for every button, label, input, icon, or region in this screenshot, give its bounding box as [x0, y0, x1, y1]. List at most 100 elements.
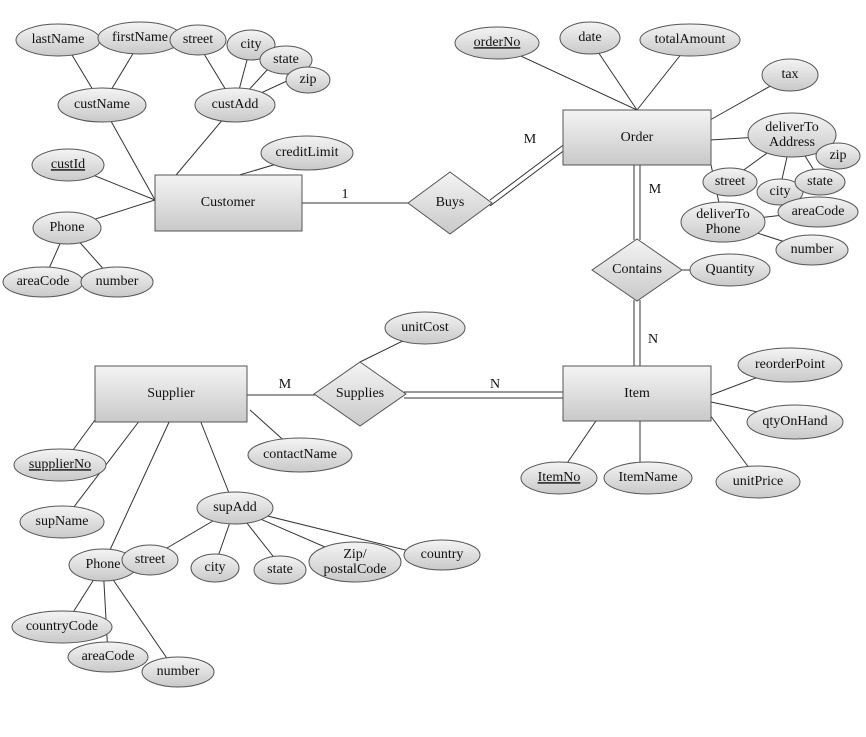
- relationship-supplies-label: Supplies: [336, 386, 384, 401]
- relationship-contains-label: Contains: [612, 262, 662, 277]
- svg-text:city: city: [205, 560, 226, 575]
- attr-deliverToPhone: deliverToPhone: [681, 202, 765, 242]
- attr-street-cust: street: [170, 25, 226, 55]
- entity-supplier: Supplier: [95, 366, 247, 422]
- card-contains-order: M: [649, 182, 662, 197]
- svg-text:custId: custId: [51, 157, 85, 172]
- attr-custName: custName: [58, 88, 146, 122]
- svg-text:date: date: [578, 30, 601, 45]
- svg-text:postalCode: postalCode: [324, 562, 387, 577]
- svg-text:Phone: Phone: [86, 557, 121, 572]
- attr-state-order: state: [795, 169, 845, 195]
- attr-zipPostal: Zip/postalCode: [309, 542, 401, 582]
- svg-text:areaCode: areaCode: [792, 204, 845, 219]
- svg-text:unitPrice: unitPrice: [733, 474, 784, 489]
- svg-text:supAdd: supAdd: [213, 500, 257, 515]
- svg-text:deliverTo: deliverTo: [696, 207, 749, 222]
- relationship-supplies: Supplies: [314, 362, 406, 426]
- attr-countryCode: countryCode: [12, 611, 112, 643]
- entity-item: Item: [563, 366, 711, 421]
- attr-supName: supName: [20, 506, 104, 538]
- entity-customer: Customer: [155, 175, 302, 231]
- svg-text:unitCost: unitCost: [401, 320, 449, 335]
- svg-text:state: state: [267, 562, 293, 577]
- svg-text:state: state: [273, 52, 299, 67]
- attr-number-cust: number: [81, 267, 153, 297]
- svg-text:reorderPoint: reorderPoint: [755, 357, 825, 372]
- svg-text:Phone: Phone: [50, 220, 85, 235]
- attr-zip-cust: zip: [286, 67, 330, 93]
- svg-text:supplierNo: supplierNo: [29, 457, 91, 472]
- svg-text:areaCode: areaCode: [17, 274, 70, 289]
- attr-unitCost: unitCost: [385, 312, 465, 344]
- svg-text:number: number: [96, 274, 139, 289]
- attr-country: country: [404, 540, 480, 570]
- attr-custId: custId: [32, 149, 104, 181]
- svg-text:Address: Address: [769, 135, 815, 150]
- svg-text:city: city: [241, 37, 262, 52]
- svg-text:city: city: [770, 184, 791, 199]
- attr-itemName: ItemName: [604, 462, 692, 494]
- svg-text:state: state: [807, 174, 833, 189]
- svg-text:Phone: Phone: [706, 222, 741, 237]
- svg-text:orderNo: orderNo: [474, 35, 521, 50]
- svg-text:street: street: [135, 552, 165, 567]
- attr-custAdd: custAdd: [195, 88, 275, 122]
- attr-qtyOnHand: qtyOnHand: [747, 405, 843, 439]
- card-supplies-item: N: [490, 377, 500, 392]
- card-buys-order: M: [524, 132, 537, 147]
- attr-quantity: Quantity: [690, 254, 770, 286]
- attr-contactName: contactName: [248, 438, 352, 472]
- attr-state-sup: state: [254, 556, 306, 584]
- svg-text:street: street: [715, 174, 745, 189]
- relationship-buys: Buys: [408, 172, 492, 234]
- svg-text:creditLimit: creditLimit: [276, 145, 339, 160]
- svg-text:supName: supName: [36, 514, 89, 529]
- relationship-buys-label: Buys: [436, 195, 465, 210]
- attr-totalAmount: totalAmount: [640, 24, 740, 56]
- entity-order-label: Order: [621, 130, 654, 145]
- svg-text:deliverTo: deliverTo: [765, 120, 818, 135]
- svg-text:Quantity: Quantity: [706, 262, 755, 277]
- attr-city-sup: city: [191, 554, 239, 582]
- svg-text:firstName: firstName: [112, 30, 168, 45]
- attr-reorderPoint: reorderPoint: [738, 348, 842, 382]
- attr-areaCode-order: areaCode: [778, 197, 858, 227]
- svg-text:zip: zip: [829, 148, 846, 163]
- attr-unitPrice: unitPrice: [716, 466, 800, 498]
- svg-text:custName: custName: [74, 97, 130, 112]
- attr-tax: tax: [762, 59, 818, 91]
- svg-text:zip: zip: [299, 72, 316, 87]
- entity-item-label: Item: [624, 386, 650, 401]
- attr-creditLimit: creditLimit: [261, 136, 353, 170]
- card-supplies-supplier: M: [279, 377, 292, 392]
- attr-street-order: street: [703, 168, 757, 196]
- svg-text:country: country: [421, 547, 464, 562]
- attr-areaCode-sup: areaCode: [68, 642, 148, 672]
- svg-text:lastName: lastName: [32, 32, 85, 47]
- attr-supAdd: supAdd: [197, 492, 273, 524]
- svg-text:tax: tax: [781, 67, 798, 82]
- entity-order: Order: [563, 110, 711, 165]
- svg-text:qtyOnHand: qtyOnHand: [762, 414, 827, 429]
- svg-text:Zip/: Zip/: [343, 547, 366, 562]
- attr-areaCode-cust: areaCode: [3, 267, 83, 297]
- svg-text:countryCode: countryCode: [26, 619, 98, 634]
- attr-date: date: [560, 22, 620, 54]
- attr-lastName: lastName: [16, 24, 100, 56]
- svg-text:ItemName: ItemName: [618, 470, 677, 485]
- svg-text:areaCode: areaCode: [82, 649, 135, 664]
- relationship-contains: Contains: [592, 239, 682, 301]
- attr-number-sup: number: [142, 657, 214, 687]
- svg-text:totalAmount: totalAmount: [655, 32, 726, 47]
- card-contains-item: N: [648, 332, 658, 347]
- attr-itemNo: ItemNo: [521, 462, 597, 494]
- attr-street-sup: street: [122, 545, 178, 575]
- svg-text:contactName: contactName: [263, 447, 337, 462]
- svg-text:custAdd: custAdd: [212, 97, 259, 112]
- svg-text:number: number: [791, 242, 834, 257]
- attr-phone-cust: Phone: [33, 212, 101, 244]
- attr-firstName: firstName: [98, 22, 182, 54]
- entity-customer-label: Customer: [201, 195, 256, 210]
- attr-supplierNo: supplierNo: [14, 449, 106, 481]
